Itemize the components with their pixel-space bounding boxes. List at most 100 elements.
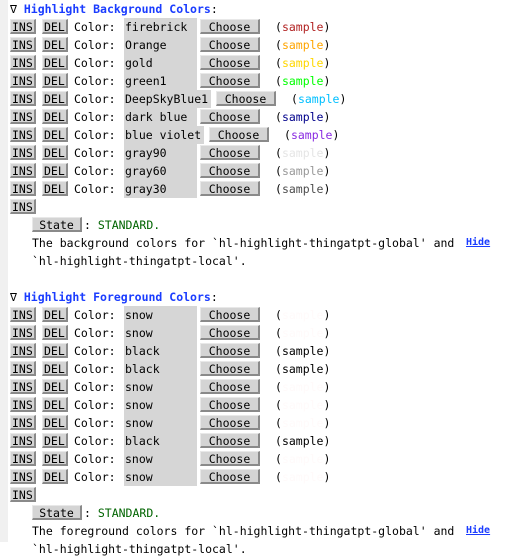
insert-button[interactable]: INS [10, 451, 36, 466]
delete-button[interactable]: DEL [42, 145, 68, 160]
delete-button[interactable]: DEL [42, 19, 68, 34]
color-value-field[interactable]: black [124, 342, 197, 360]
choose-color-button[interactable]: Choose [200, 37, 260, 52]
delete-button[interactable]: DEL [42, 325, 68, 340]
delete-button[interactable]: DEL [42, 379, 68, 394]
insert-button[interactable]: INS [10, 433, 36, 448]
hide-doc-link[interactable]: Hide [466, 234, 490, 252]
collapse-toggle-icon[interactable]: ∇ [10, 290, 17, 304]
delete-button[interactable]: DEL [42, 55, 68, 70]
insert-button[interactable]: INS [10, 73, 36, 88]
color-value-field[interactable]: snow [124, 324, 197, 342]
delete-button[interactable]: DEL [42, 469, 68, 484]
delete-button[interactable]: DEL [42, 181, 68, 196]
sample-text: sample [281, 146, 324, 160]
color-value-field[interactable]: dark blue [124, 108, 197, 126]
insert-button[interactable]: INS [10, 19, 36, 34]
color-value-field[interactable]: black [124, 432, 197, 450]
state-button[interactable]: State [32, 505, 82, 520]
color-value-field[interactable]: snow [124, 450, 197, 468]
insert-button[interactable]: INS [10, 199, 36, 214]
color-value-field[interactable]: black [124, 360, 197, 378]
insert-button[interactable]: INS [10, 181, 36, 196]
title-colon: : [210, 2, 218, 16]
choose-color-button[interactable]: Choose [216, 91, 276, 106]
insert-button[interactable]: INS [10, 361, 36, 376]
insert-button[interactable]: INS [10, 145, 36, 160]
insert-button[interactable]: INS [10, 415, 36, 430]
color-value-field[interactable]: blue violet [124, 126, 204, 144]
insert-button[interactable]: INS [10, 127, 36, 142]
insert-button[interactable]: INS [10, 397, 36, 412]
open-paren: ( [275, 164, 282, 178]
color-value-field[interactable]: gray90 [124, 144, 197, 162]
insert-button[interactable]: INS [10, 91, 36, 106]
choose-color-button[interactable]: Choose [200, 325, 260, 340]
choose-color-button[interactable]: Choose [200, 397, 260, 412]
sample-text: sample [281, 182, 324, 196]
insert-button[interactable]: INS [10, 379, 36, 394]
choose-color-button[interactable]: Choose [200, 307, 260, 322]
section-title: Highlight Foreground Colors [23, 290, 211, 304]
insert-button[interactable]: INS [10, 487, 36, 502]
color-label: Color: [74, 92, 116, 106]
hide-doc-link[interactable]: Hide [466, 522, 490, 540]
color-value-field[interactable]: snow [124, 306, 197, 324]
choose-color-button[interactable]: Choose [200, 109, 260, 124]
delete-button[interactable]: DEL [42, 73, 68, 88]
insert-button[interactable]: INS [10, 343, 36, 358]
insert-button[interactable]: INS [10, 37, 36, 52]
insert-button[interactable]: INS [10, 163, 36, 178]
delete-button[interactable]: DEL [42, 397, 68, 412]
insert-button[interactable]: INS [10, 307, 36, 322]
choose-color-button[interactable]: Choose [200, 19, 260, 34]
delete-button[interactable]: DEL [42, 37, 68, 52]
choose-color-button[interactable]: Choose [200, 343, 260, 358]
close-paren: ) [323, 308, 331, 322]
color-sample: (sample) [275, 54, 330, 72]
choose-color-button[interactable]: Choose [200, 163, 260, 178]
choose-color-button[interactable]: Choose [200, 415, 260, 430]
color-value-field[interactable]: green1 [124, 72, 197, 90]
choose-color-button[interactable]: Choose [200, 379, 260, 394]
section-header[interactable]: ∇ Highlight Foreground Colors: [10, 288, 516, 306]
color-value-field[interactable]: gold [124, 54, 197, 72]
color-value-field[interactable]: snow [124, 378, 197, 396]
delete-button[interactable]: DEL [42, 451, 68, 466]
color-value-field[interactable]: snow [124, 414, 197, 432]
insert-button[interactable]: INS [10, 469, 36, 484]
color-value-field[interactable]: DeepSkyBlue1 [124, 90, 211, 108]
insert-button[interactable]: INS [10, 55, 36, 70]
color-value-field[interactable]: snow [124, 396, 197, 414]
choose-color-button[interactable]: Choose [200, 433, 260, 448]
delete-button[interactable]: DEL [42, 127, 68, 142]
choose-color-button[interactable]: Choose [200, 145, 260, 160]
choose-color-button[interactable]: Choose [200, 361, 260, 376]
delete-button[interactable]: DEL [42, 307, 68, 322]
delete-button[interactable]: DEL [42, 433, 68, 448]
choose-color-button[interactable]: Choose [200, 181, 260, 196]
delete-button[interactable]: DEL [42, 343, 68, 358]
insert-button[interactable]: INS [10, 325, 36, 340]
section-header[interactable]: ∇ Highlight Background Colors: [10, 0, 516, 18]
delete-button[interactable]: DEL [42, 163, 68, 178]
color-value-field[interactable]: snow [124, 468, 197, 486]
state-button[interactable]: State [32, 217, 82, 232]
color-value-field[interactable]: gray30 [124, 180, 197, 198]
choose-color-button[interactable]: Choose [200, 469, 260, 484]
choose-color-button[interactable]: Choose [200, 73, 260, 88]
choose-color-button[interactable]: Choose [200, 55, 260, 70]
delete-button[interactable]: DEL [42, 91, 68, 106]
state-colon: : [84, 218, 98, 232]
color-value-field[interactable]: gray60 [124, 162, 197, 180]
insert-button[interactable]: INS [10, 109, 36, 124]
color-value-field[interactable]: firebrick [124, 18, 197, 36]
choose-color-button[interactable]: Choose [209, 127, 269, 142]
delete-button[interactable]: DEL [42, 109, 68, 124]
color-value-field[interactable]: Orange [124, 36, 197, 54]
choose-color-button[interactable]: Choose [200, 451, 260, 466]
sample-text: sample [281, 380, 324, 394]
delete-button[interactable]: DEL [42, 415, 68, 430]
collapse-toggle-icon[interactable]: ∇ [10, 2, 17, 16]
delete-button[interactable]: DEL [42, 361, 68, 376]
